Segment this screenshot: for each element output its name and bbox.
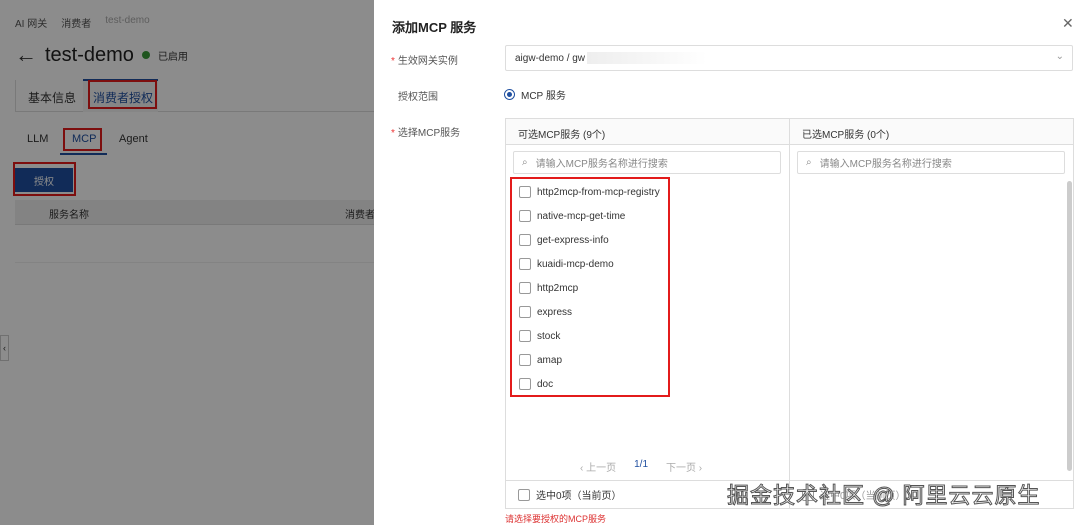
validation-error: 请选择要授权的MCP服务 [505, 514, 607, 524]
scrollbar[interactable] [1067, 181, 1072, 471]
scope-option-label: MCP 服务 [521, 91, 566, 102]
select-all-checkbox[interactable] [518, 488, 530, 501]
scope-label: 授权范围 [398, 92, 438, 103]
redacted-blur [587, 52, 708, 64]
available-list-title: 可选MCP服务 (9个) [506, 119, 789, 145]
select-mcp-label: * 选择MCP服务 [391, 128, 461, 139]
prev-page-button[interactable]: ‹ 上一页 [580, 459, 616, 474]
available-search-input[interactable]: ⌕ 请输入MCP服务名称进行搜索 [513, 151, 781, 174]
gateway-label: * 生效网关实例 [391, 56, 458, 67]
add-mcp-drawer: 添加MCP 服务 ✕ * 生效网关实例 aigw-demo / gw ⌄ 授权范围… [374, 0, 1080, 525]
selected-search-input[interactable]: ⌕ 请输入MCP服务名称进行搜索 [797, 151, 1065, 174]
chevron-down-icon: ⌄ [1055, 51, 1064, 62]
selected-list-panel: 已选MCP服务 (0个) ⌕ 请输入MCP服务名称进行搜索 选中0项（当前页） [789, 118, 1074, 509]
gateway-value: aigw-demo / gw [515, 52, 586, 64]
search-icon: ⌕ [806, 157, 812, 168]
pagination: ‹ 上一页 1/1 下一页 › [580, 459, 702, 474]
search-icon: ⌕ [522, 157, 528, 168]
radio-checked-icon [504, 89, 515, 100]
watermark: 掘金技术社区 @ 阿里云云原生 [727, 483, 1041, 509]
available-list-panel: 可选MCP服务 (9个) ⌕ 请输入MCP服务名称进行搜索 http2mcp-fr… [505, 118, 790, 509]
scope-radio[interactable]: MCP 服务 [504, 87, 566, 102]
modal-overlay[interactable] [0, 0, 374, 525]
page-indicator: 1/1 [634, 459, 649, 470]
close-icon[interactable]: ✕ [1062, 15, 1074, 32]
footer-label: 选中0项（当前页） [536, 491, 622, 502]
selected-list-title: 已选MCP服务 (0个) [790, 119, 1073, 145]
drawer-title: 添加MCP 服务 [392, 20, 477, 35]
gateway-select[interactable]: aigw-demo / gw ⌄ [505, 45, 1073, 71]
next-page-button[interactable]: 下一页 › [666, 459, 702, 474]
